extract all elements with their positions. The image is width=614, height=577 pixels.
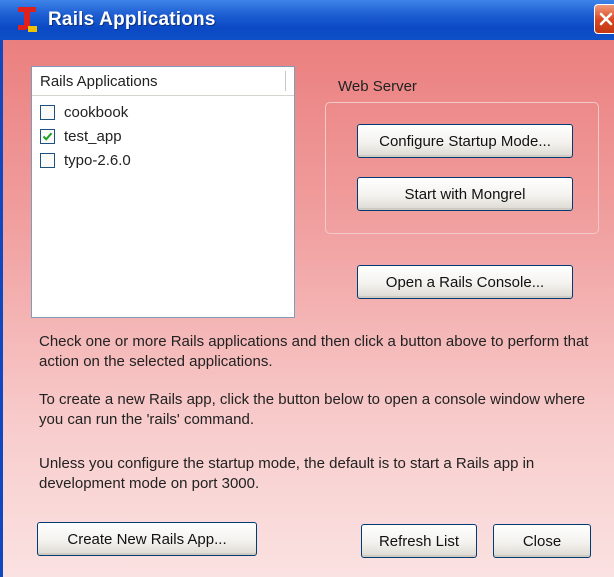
window-close-button[interactable] — [594, 4, 614, 34]
checkbox-cookbook[interactable] — [40, 105, 55, 120]
help-text-startup: Unless you configure the startup mode, t… — [39, 455, 535, 492]
rails-applications-list[interactable]: Rails Applications cookbook test_app typ… — [31, 66, 295, 318]
close-button[interactable]: Close — [493, 524, 591, 558]
checkbox-typo[interactable] — [40, 153, 55, 168]
checkmark-icon — [42, 132, 53, 141]
configure-startup-mode-button[interactable]: Configure Startup Mode... — [357, 124, 573, 158]
web-server-group-label: Web Server — [338, 78, 417, 95]
list-header-label: Rails Applications — [40, 73, 158, 90]
start-with-mongrel-button[interactable]: Start with Mongrel — [357, 177, 573, 211]
refresh-list-button[interactable]: Refresh List — [361, 524, 477, 558]
help-text-create: To create a new Rails app, click the but… — [39, 391, 586, 428]
web-server-group — [325, 102, 599, 234]
column-divider[interactable] — [285, 71, 286, 91]
dialog-body: Rails Applications cookbook test_app typ… — [0, 40, 614, 577]
list-item-test-app[interactable]: test_app — [40, 127, 280, 149]
list-item-label: cookbook — [64, 104, 129, 121]
dialog-window: Rails Applications Rails Applications co… — [0, 0, 614, 577]
list-item-typo[interactable]: typo-2.6.0 — [40, 151, 280, 173]
title-bar[interactable]: Rails Applications — [0, 0, 614, 40]
create-new-rails-app-button[interactable]: Create New Rails App... — [37, 522, 257, 556]
list-item-cookbook[interactable]: cookbook — [40, 103, 280, 125]
rails-app-icon — [18, 7, 37, 32]
list-column-header[interactable]: Rails Applications — [32, 67, 294, 96]
open-rails-console-button[interactable]: Open a Rails Console... — [357, 265, 573, 299]
list-item-label: test_app — [64, 128, 122, 145]
checkbox-test-app[interactable] — [40, 129, 55, 144]
window-title: Rails Applications — [48, 9, 216, 30]
help-text-select: Check one or more Rails applications and… — [39, 333, 589, 370]
close-icon — [599, 12, 613, 26]
list-item-label: typo-2.6.0 — [64, 152, 131, 169]
